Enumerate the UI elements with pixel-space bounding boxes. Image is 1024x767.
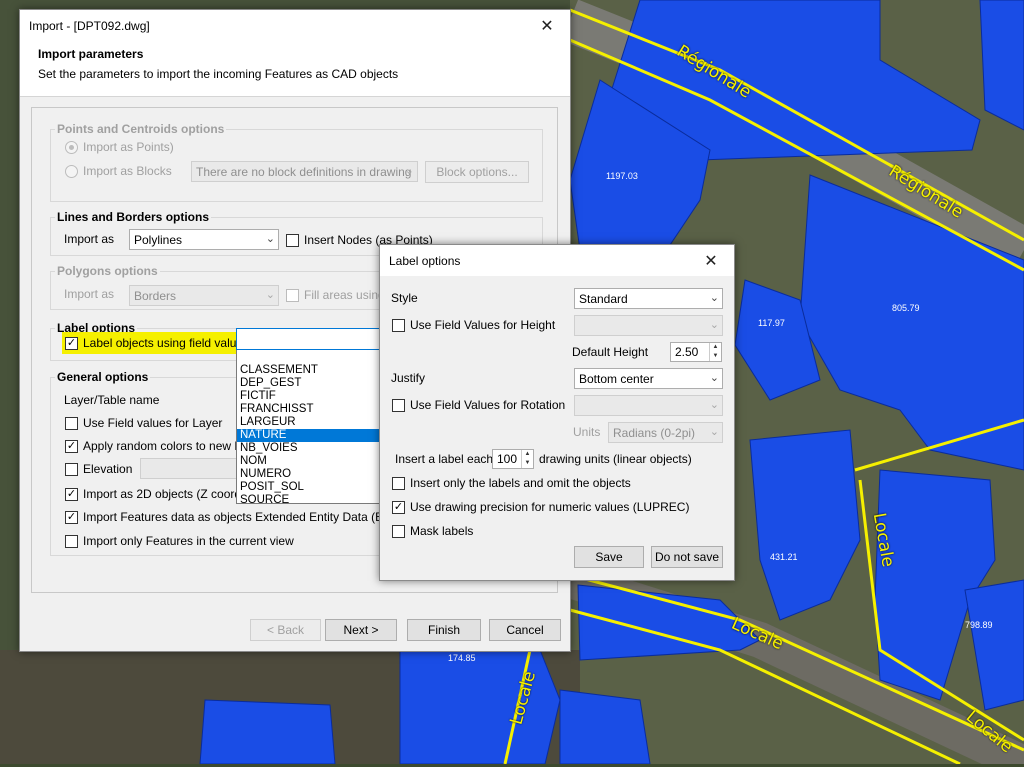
- area-label: 174.85: [448, 653, 476, 663]
- field-option[interactable]: CLASSEMENT: [237, 364, 379, 377]
- elevation-field[interactable]: [140, 458, 240, 479]
- rotation-field-combo[interactable]: ⌄: [574, 395, 723, 416]
- field-option[interactable]: NB_VOIES: [237, 442, 379, 455]
- lines-import-combo[interactable]: Polylines ⌄: [129, 229, 279, 250]
- area-label: 805.79: [892, 303, 920, 313]
- default-height-label: Default Height: [572, 345, 649, 359]
- units-label: Units: [573, 425, 601, 439]
- chevron-down-icon: ▼: [712, 353, 719, 359]
- insert-each-label: Insert a label each: [395, 452, 494, 466]
- header-title: Import parameters: [38, 47, 144, 61]
- chevron-down-icon: ▼: [524, 460, 531, 466]
- layer-name-label: Layer/Table name: [64, 393, 160, 407]
- label-objects-checkbox[interactable]: ✓ Label objects using field value: [62, 332, 247, 354]
- mask-labels-checkbox[interactable]: Mask labels: [392, 524, 473, 538]
- field-option[interactable]: LARGEUR: [237, 416, 379, 429]
- justify-label: Justify: [391, 371, 426, 385]
- polygons-import-combo[interactable]: Borders ⌄: [129, 285, 279, 306]
- checkmark-icon: ✓: [65, 336, 78, 350]
- area-label: 117.97: [758, 318, 785, 328]
- field-option[interactable]: NOM: [237, 455, 379, 468]
- close-icon[interactable]: ✕: [524, 10, 570, 41]
- random-colors-checkbox[interactable]: ✓ Apply random colors to new Lay: [65, 439, 254, 453]
- chevron-down-icon: ⌄: [709, 372, 719, 384]
- radio-icon: [65, 140, 78, 154]
- close-icon[interactable]: ✕: [688, 245, 734, 276]
- checkmark-icon: ✓: [65, 439, 78, 453]
- default-height-stepper[interactable]: 2.50 ▲ ▼: [670, 342, 722, 362]
- import-titlebar[interactable]: Import - [DPT092.dwg] ✕: [20, 10, 570, 41]
- chevron-up-icon: ▲: [524, 451, 531, 457]
- checkmark-icon: ✓: [65, 510, 78, 524]
- use-rotation-checkbox[interactable]: Use Field Values for Rotation: [392, 398, 565, 412]
- next-button[interactable]: Next >: [325, 619, 397, 641]
- units-combo[interactable]: Radians (0-2pi) ⌄: [608, 422, 723, 443]
- area-label: 798.89: [965, 620, 993, 630]
- fill-areas-checkbox[interactable]: Fill areas using: [286, 288, 385, 302]
- style-label: Style: [391, 291, 418, 305]
- area-label: 1197.03: [606, 171, 638, 181]
- chevron-down-icon: ⌄: [709, 399, 719, 411]
- block-options-button[interactable]: Block options...: [425, 161, 529, 183]
- height-field-combo[interactable]: ⌄: [574, 315, 723, 336]
- import-2d-checkbox[interactable]: ✓ Import as 2D objects (Z coordin: [65, 487, 250, 501]
- use-field-layer-checkbox[interactable]: Use Field values for Layer: [65, 416, 222, 430]
- chevron-down-icon: ⌄: [265, 289, 275, 301]
- checkmark-icon: ✓: [65, 487, 78, 501]
- chevron-up-icon: ▲: [712, 344, 719, 350]
- current-view-checkbox[interactable]: Import only Features in the current view: [65, 534, 294, 548]
- insert-each-stepper[interactable]: 100 ▲ ▼: [492, 449, 534, 469]
- chevron-down-icon: ⌄: [265, 233, 275, 245]
- checkmark-icon: ✓: [392, 500, 405, 514]
- header-subtitle: Set the parameters to import the incomin…: [38, 67, 399, 81]
- insert-only-checkbox[interactable]: Insert only the labels and omit the obje…: [392, 476, 631, 490]
- chevron-down-icon: ⌄: [709, 319, 719, 331]
- justify-combo[interactable]: Bottom center ⌄: [574, 368, 723, 389]
- label-options-dialog: Label options ✕ Style Standard ⌄ Use Fie…: [379, 244, 735, 581]
- import-blocks-radio[interactable]: Import as Blocks: [65, 164, 172, 178]
- field-option[interactable]: FICTIF: [237, 390, 379, 403]
- elevation-checkbox[interactable]: Elevation: [65, 462, 132, 476]
- lines-legend: Lines and Borders options: [57, 210, 210, 224]
- style-combo[interactable]: Standard ⌄: [574, 288, 723, 309]
- chevron-down-icon: ⌄: [404, 165, 414, 177]
- field-option[interactable]: SOURCE: [237, 494, 379, 507]
- field-items: CLASSEMENT DEP_GEST FICTIF FRANCHISST LA…: [237, 364, 379, 507]
- do-not-save-button[interactable]: Do not save: [651, 546, 723, 568]
- points-legend: Points and Centroids options: [57, 122, 225, 136]
- use-height-checkbox[interactable]: Use Field Values for Height: [392, 318, 555, 332]
- import-header: Import parameters Set the parameters to …: [20, 41, 570, 97]
- block-combo[interactable]: There are no block definitions in drawin…: [191, 161, 418, 182]
- field-option[interactable]: FRANCHISST: [237, 403, 379, 416]
- import-features-checkbox[interactable]: ✓ Import Features data as objects Extend…: [65, 510, 404, 524]
- import-points-radio[interactable]: Import as Points): [65, 140, 174, 154]
- label-dialog-title: Label options: [389, 253, 461, 268]
- drawing-units-label: drawing units (linear objects): [539, 452, 692, 466]
- finish-button[interactable]: Finish: [407, 619, 481, 641]
- back-button[interactable]: < Back: [250, 619, 321, 641]
- save-button[interactable]: Save: [574, 546, 644, 568]
- import-title: Import - [DPT092.dwg]: [29, 18, 150, 33]
- field-combo-input[interactable]: [236, 328, 380, 350]
- radio-icon: [65, 164, 78, 178]
- field-option-selected[interactable]: NATURE: [237, 429, 379, 442]
- lines-import-as-label: Import as: [64, 232, 115, 246]
- field-option[interactable]: DEP_GEST: [237, 377, 379, 390]
- label-titlebar[interactable]: Label options ✕: [380, 245, 734, 276]
- field-option[interactable]: POSIT_SOL: [237, 481, 379, 494]
- use-precision-checkbox[interactable]: ✓ Use drawing precision for numeric valu…: [392, 500, 689, 514]
- chevron-down-icon: ⌄: [709, 426, 719, 438]
- general-legend: General options: [57, 370, 149, 384]
- polygons-legend: Polygons options: [57, 264, 158, 278]
- polygons-import-as-label: Import as: [64, 287, 115, 301]
- chevron-down-icon: ⌄: [709, 292, 719, 304]
- field-option[interactable]: NUMERO: [237, 468, 379, 481]
- area-label: 431.21: [770, 552, 798, 562]
- cancel-button[interactable]: Cancel: [489, 619, 561, 641]
